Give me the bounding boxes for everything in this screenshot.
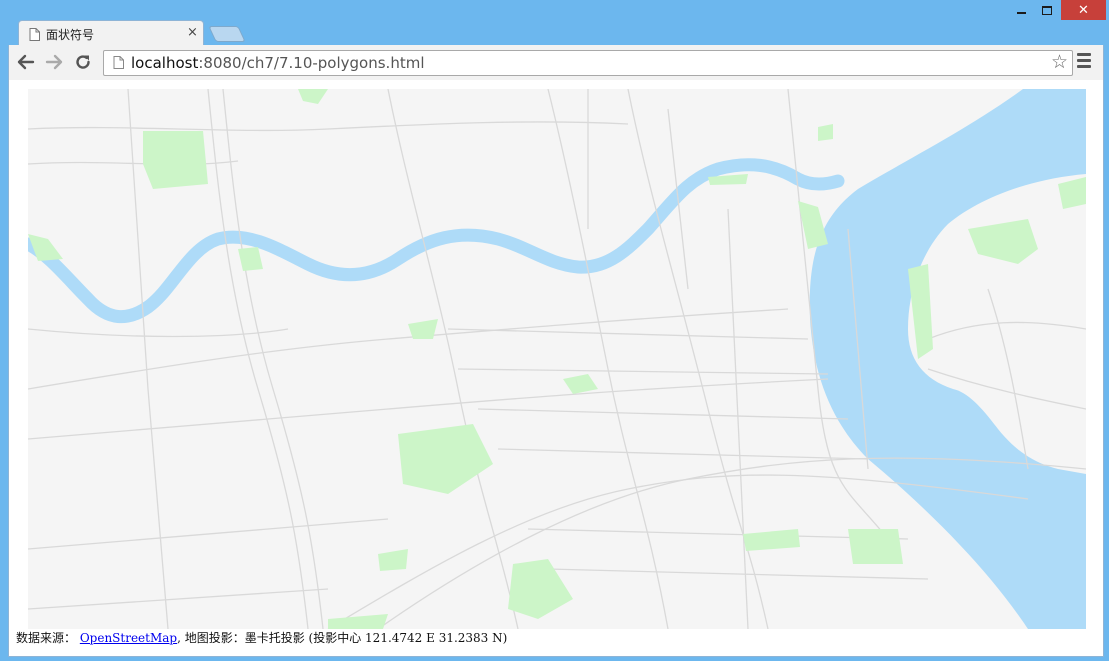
toolbar: localhost:8080/ch7/7.10-polygons.html ☆ <box>8 45 1104 80</box>
address-bar[interactable]: localhost:8080/ch7/7.10-polygons.html ☆ <box>103 50 1073 76</box>
park-area <box>848 529 903 564</box>
forward-button[interactable] <box>43 51 65 73</box>
credit-prefix: 数据来源： <box>16 631 80 645</box>
close-icon: ✕ <box>1078 2 1089 18</box>
url-host: localhost <box>131 54 199 72</box>
credit-suffix: , 地图投影：墨卡托投影 (投影中心 121.4742 E 31.2383 N) <box>177 631 508 645</box>
url-path: :8080/ch7/7.10-polygons.html <box>198 54 425 72</box>
new-tab-button[interactable] <box>208 26 246 42</box>
page-icon <box>113 56 124 69</box>
maximize-button[interactable] <box>1034 0 1060 20</box>
back-button[interactable] <box>15 51 37 73</box>
url-text[interactable]: localhost:8080/ch7/7.10-polygons.html <box>131 54 425 72</box>
forward-arrow-icon <box>45 54 63 70</box>
map[interactable] <box>28 89 1086 629</box>
reload-icon <box>76 55 90 69</box>
park-area <box>143 131 208 189</box>
menu-icon[interactable] <box>1077 53 1091 71</box>
browser-tab[interactable]: 面状符号 × <box>18 20 204 46</box>
close-window-button[interactable]: ✕ <box>1061 0 1106 20</box>
park-area <box>818 124 833 141</box>
browser-window: ✕ 面状符号 × localhost:8080/ch7/7.10-polygon… <box>0 0 1109 661</box>
map-credit: 数据来源： OpenStreetMap, 地图投影：墨卡托投影 (投影中心 12… <box>16 629 507 646</box>
tab-title: 面状符号 <box>46 28 95 42</box>
maximize-icon <box>1042 5 1052 15</box>
back-arrow-icon <box>17 54 35 70</box>
minimize-icon <box>1016 12 1026 14</box>
page-icon <box>29 28 40 41</box>
minimize-button[interactable] <box>1008 0 1034 20</box>
reload-button[interactable] <box>72 51 94 73</box>
openstreetmap-link[interactable]: OpenStreetMap <box>80 631 177 645</box>
bookmark-star-icon[interactable]: ☆ <box>1051 52 1068 72</box>
page-content: 数据来源： OpenStreetMap, 地图投影：墨卡托投影 (投影中心 12… <box>8 80 1104 657</box>
tab-close-icon[interactable]: × <box>187 25 198 40</box>
